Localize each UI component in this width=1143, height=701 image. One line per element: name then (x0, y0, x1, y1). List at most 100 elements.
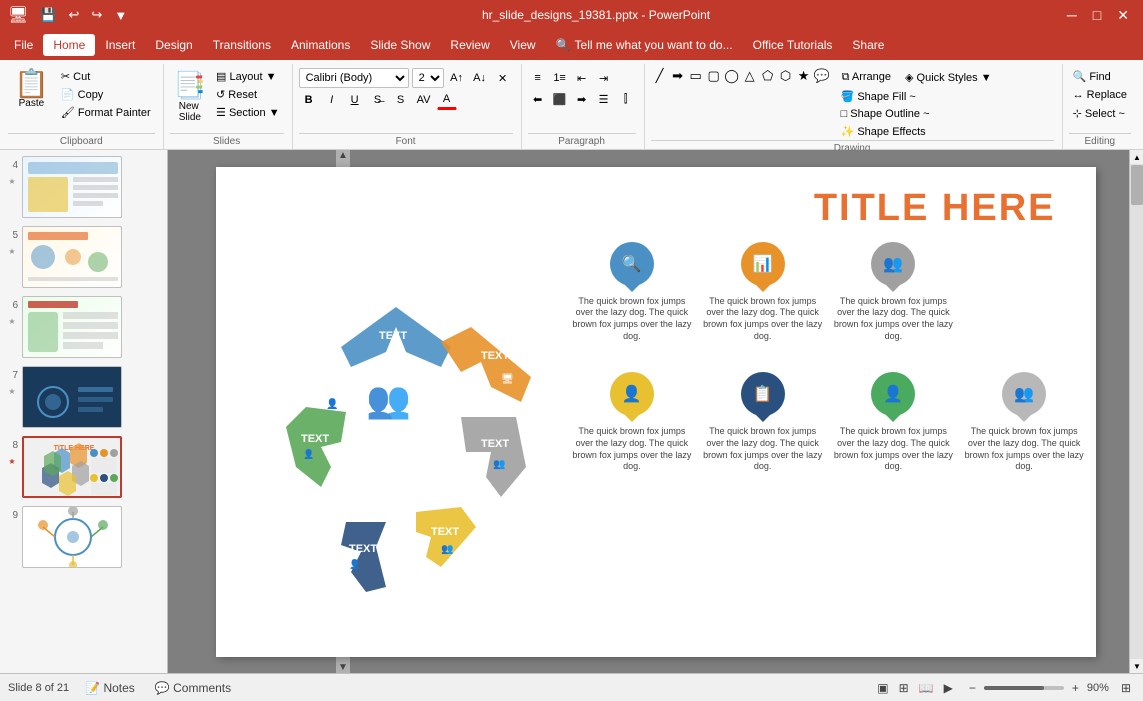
undo-button[interactable]: ↩ (65, 5, 84, 25)
shapes-grid: ╱ ➡ ▭ ▢ ◯ △ ⬠ ⬡ ★ 💬 (651, 68, 831, 84)
bullets-button[interactable]: ≡ (528, 68, 548, 88)
slide-thumb-9[interactable]: 9 (4, 504, 163, 570)
menu-review[interactable]: Review (440, 34, 499, 56)
customize-qa-button[interactable]: ▼ (110, 6, 131, 25)
font-color-button[interactable]: A (437, 90, 457, 110)
format-painter-button[interactable]: 🖌 Format Painter (57, 104, 155, 121)
find-button[interactable]: 🔍 Find (1069, 68, 1131, 85)
replace-button[interactable]: ↔ Replace (1069, 87, 1131, 103)
shape-callout[interactable]: 💬 (813, 68, 831, 84)
slide-sorter-button[interactable]: ⊞ (895, 679, 913, 697)
zoom-out-button[interactable]: − (965, 679, 980, 697)
menu-view[interactable]: View (500, 34, 546, 56)
scroll-down-button[interactable]: ▼ (338, 662, 348, 673)
section-button[interactable]: ☰ Section ▼ (212, 104, 284, 121)
reset-button[interactable]: ↺ Reset (212, 86, 284, 103)
menu-home[interactable]: Home (43, 34, 95, 56)
menu-animations[interactable]: Animations (281, 34, 360, 56)
layout-button[interactable]: ▤ Layout ▼ (212, 68, 284, 85)
window-title: hr_slide_designs_19381.pptx - PowerPoint (482, 8, 710, 22)
shape-hex[interactable]: ⬡ (777, 68, 795, 84)
shape-rounded-rect[interactable]: ▢ (705, 68, 723, 84)
shape-outline-button[interactable]: □ Shape Outline ~ (837, 106, 997, 122)
normal-view-button[interactable]: ▣ (873, 679, 892, 697)
italic-button[interactable]: I (322, 90, 342, 110)
cut-button[interactable]: ✂ Cut (57, 68, 155, 85)
clipboard-label: Clipboard (8, 133, 155, 149)
font-size-select[interactable]: 24 (412, 68, 444, 88)
shape-triangle[interactable]: △ (741, 68, 759, 84)
menu-design[interactable]: Design (145, 34, 202, 56)
shadow-button[interactable]: S (391, 90, 411, 110)
shape-fill-button[interactable]: 🪣 Shape Fill ~ (837, 88, 997, 105)
quick-styles-button[interactable]: ◈ Quick Styles ▼ (900, 68, 997, 87)
scroll-up-right-button[interactable]: ▲ (1130, 150, 1143, 164)
svg-text:TEXT: TEXT (301, 433, 329, 445)
close-button[interactable]: ✕ (1111, 5, 1135, 26)
justify-button[interactable]: ☰ (594, 89, 614, 109)
save-button[interactable]: 💾 (36, 5, 60, 25)
maximize-button[interactable]: □ (1087, 5, 1107, 25)
notes-button[interactable]: 📝 Notes (81, 679, 139, 697)
paste-button[interactable]: 📋 Paste (8, 68, 55, 111)
desc-item-4: 👤 The quick brown fox jumps over the laz… (571, 372, 694, 473)
slide-thumb-6[interactable]: 6 ★ (4, 294, 163, 360)
bold-button[interactable]: B (299, 90, 319, 110)
shape-circle[interactable]: ◯ (723, 68, 741, 84)
increase-font-button[interactable]: A↑ (447, 68, 467, 88)
minimize-button[interactable]: ─ (1061, 5, 1083, 25)
zoom-in-button[interactable]: + (1068, 679, 1083, 697)
increase-indent-button[interactable]: ⇥ (594, 68, 614, 88)
decrease-font-button[interactable]: A↓ (470, 68, 490, 88)
select-button[interactable]: ⊹ Select ~ (1069, 105, 1131, 122)
comments-button[interactable]: 💬 Comments (151, 679, 235, 697)
new-slide-button[interactable]: 📑 NewSlide (170, 68, 210, 125)
shape-line[interactable]: ╱ (651, 68, 669, 84)
slide-thumb-5[interactable]: 5 ★ (4, 224, 163, 290)
clear-format-button[interactable]: ✕ (493, 68, 513, 88)
title-bar-left: 🖥 💾 ↩ ↪ ▼ (8, 5, 131, 25)
search-icon: 🔍 (556, 38, 571, 52)
strikethrough-button[interactable]: S̶ (368, 90, 388, 110)
slide-5-star: ★ (8, 247, 15, 256)
shape-rect[interactable]: ▭ (687, 68, 705, 84)
menu-slideshow[interactable]: Slide Show (360, 34, 440, 56)
scroll-up-button[interactable]: ▲ (338, 150, 348, 161)
ribbon-group-editing: 🔍 Find ↔ Replace ⊹ Select ~ Editing (1065, 64, 1139, 149)
menu-insert[interactable]: Insert (95, 34, 145, 56)
numbering-button[interactable]: 1≡ (550, 68, 570, 88)
shape-effects-button[interactable]: ✨ Shape Effects (837, 123, 997, 140)
redo-button[interactable]: ↪ (87, 5, 106, 25)
align-right-button[interactable]: ➡ (572, 89, 592, 109)
fit-slide-button[interactable]: ⊞ (1117, 679, 1135, 697)
menu-transitions[interactable]: Transitions (203, 34, 281, 56)
copy-button[interactable]: 📄 Copy (57, 86, 155, 103)
align-center-button[interactable]: ⬛ (550, 89, 570, 109)
slides-col: ▤ Layout ▼ ↺ Reset ☰ Section ▼ (212, 68, 284, 121)
char-spacing-button[interactable]: AV (414, 90, 434, 110)
reading-view-button[interactable]: 📖 (915, 679, 938, 697)
slide-thumb-4[interactable]: 4 ★ (4, 154, 163, 220)
new-slide-icon: 📑 (174, 70, 206, 101)
clipboard-content: 📋 Paste ✂ Cut 📄 Copy 🖌 Format Painter (8, 64, 155, 133)
slide-thumb-7[interactable]: 7 ★ (4, 364, 163, 430)
slide-9-thumbnail (22, 506, 122, 568)
menu-search[interactable]: 🔍 Tell me what you want to do... (546, 34, 743, 56)
columns-button[interactable]: ⫿ (616, 89, 636, 109)
slide-6-star: ★ (8, 317, 15, 326)
font-family-select[interactable]: Calibri (Body) (299, 68, 409, 88)
shape-arrow[interactable]: ➡ (669, 68, 687, 84)
slide-thumb-8[interactable]: 8 ★ TITLE HERE (4, 434, 163, 500)
scroll-down-right-button[interactable]: ▼ (1130, 659, 1143, 673)
underline-button[interactable]: U (345, 90, 365, 110)
menu-office-tutorials[interactable]: Office Tutorials (743, 34, 843, 56)
menu-share[interactable]: Share (842, 34, 894, 56)
menu-file[interactable]: File (4, 34, 43, 56)
slideshow-button[interactable]: ▶ (940, 679, 957, 697)
zoom-slider[interactable] (984, 686, 1064, 690)
arrange-button[interactable]: ⧉ Arrange (837, 68, 896, 87)
decrease-indent-button[interactable]: ⇤ (572, 68, 592, 88)
shape-star[interactable]: ★ (795, 68, 813, 84)
align-left-button[interactable]: ⬅ (528, 89, 548, 109)
shape-pentagon[interactable]: ⬠ (759, 68, 777, 84)
